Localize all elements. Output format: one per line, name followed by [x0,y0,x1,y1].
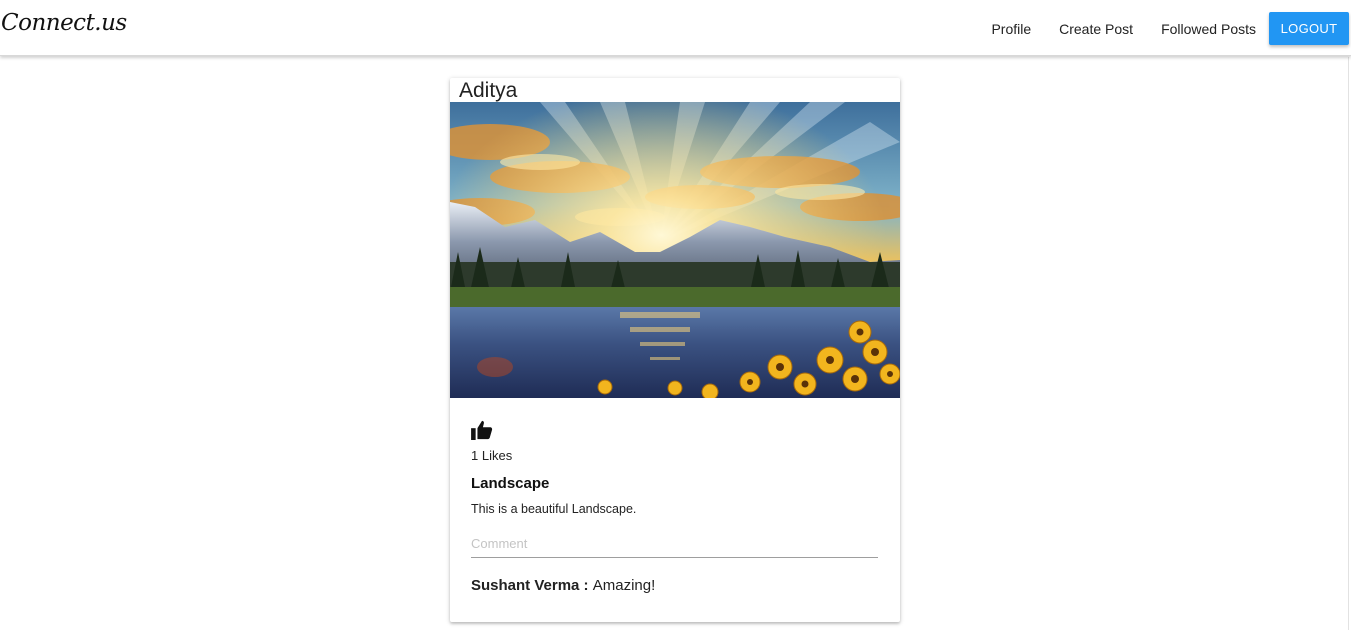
likes-count: 1 Likes [471,448,513,463]
comment-separator: : [579,577,593,594]
post-body: This is a beautiful Landscape. [471,502,637,516]
comment-input[interactable] [471,530,878,558]
thumbs-up-icon[interactable] [471,420,493,440]
nav-followed-posts-link[interactable]: Followed Posts [1161,14,1256,44]
post-title: Landscape [471,475,550,492]
logout-button[interactable]: LOGOUT [1269,12,1349,45]
brand-logo[interactable]: Connect.us [1,10,127,36]
nav-links: Profile Create Post Followed Posts LOGOU… [991,12,1349,45]
top-navbar: Connect.us Profile Create Post Followed … [0,0,1351,56]
comment-item: Sushant Verma : Amazing! [471,577,655,594]
nav-profile-link[interactable]: Profile [991,14,1031,44]
page-edge-divider [1348,57,1349,630]
comment-text: Amazing! [592,577,656,594]
post-author-name[interactable]: Aditya [459,79,517,103]
comment-author[interactable]: Sushant Verma [471,577,579,594]
post-image [450,102,900,398]
landscape-photo [450,102,900,398]
nav-create-post-link[interactable]: Create Post [1059,14,1133,44]
post-card: Aditya 1 Likes Landscape This is a beaut… [450,78,900,622]
post-card-body: 1 Likes Landscape This is a beautiful La… [471,420,878,594]
